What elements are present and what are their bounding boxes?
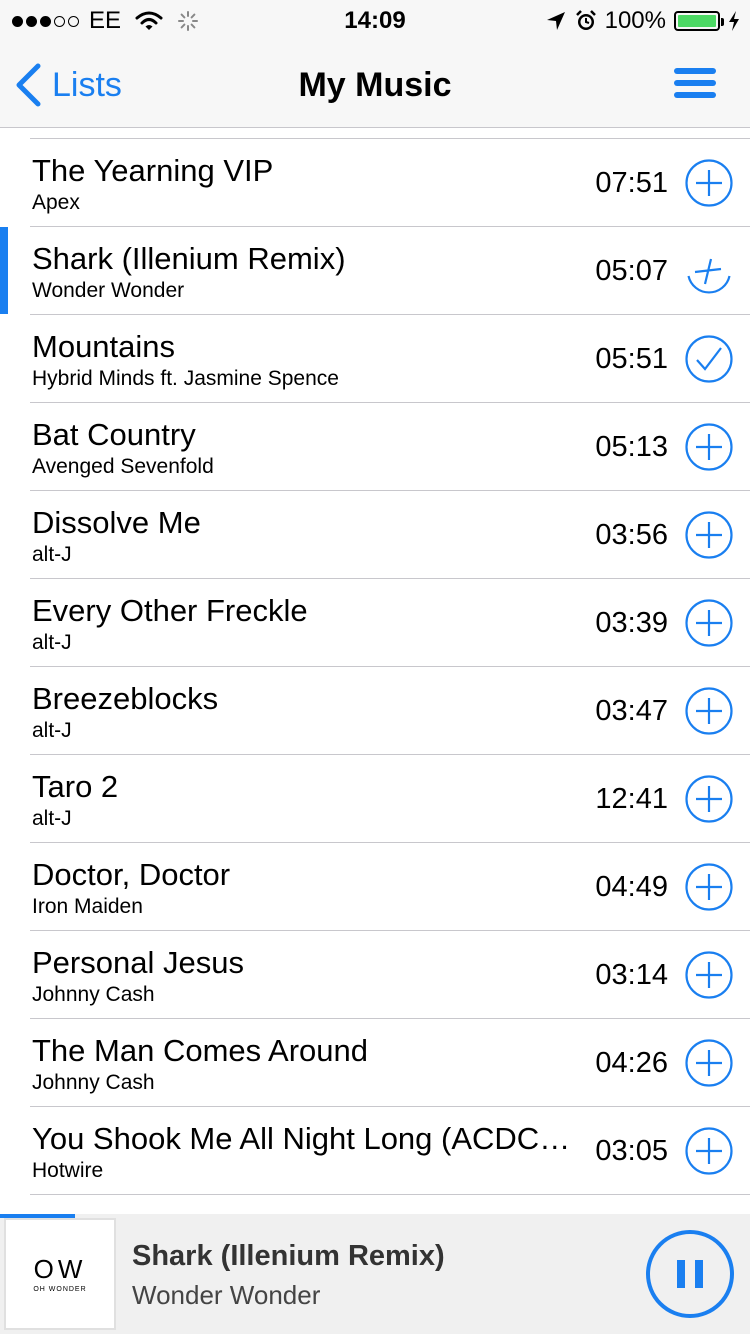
song-title: Mountains bbox=[32, 329, 176, 364]
song-row[interactable]: You Shook Me All Night Long (ACDC Cover)… bbox=[0, 1107, 750, 1195]
battery-fill bbox=[678, 15, 716, 27]
song-artist: alt-J bbox=[32, 807, 72, 830]
add-button[interactable] bbox=[685, 863, 733, 911]
album-art[interactable]: OW OH WONDER bbox=[4, 1218, 116, 1330]
song-duration: 03:39 bbox=[595, 607, 668, 639]
adding-progress-icon bbox=[687, 258, 731, 294]
add-circle-icon bbox=[685, 511, 733, 559]
song-row[interactable]: Doctor, Doctor Iron Maiden 04:49 bbox=[0, 843, 750, 931]
song-duration: 03:05 bbox=[595, 1135, 668, 1167]
song-duration: 05:13 bbox=[595, 431, 668, 463]
add-button[interactable] bbox=[685, 1039, 733, 1087]
now-playing-bar[interactable]: OW OH WONDER Shark (Illenium Remix) Wond… bbox=[0, 1214, 750, 1334]
song-artist: Hotwire bbox=[32, 1159, 104, 1182]
song-artist: Wonder Wonder bbox=[32, 279, 185, 302]
song-row-partial bbox=[0, 1195, 750, 1214]
song-title: Personal Jesus bbox=[32, 945, 244, 980]
song-row[interactable]: Personal Jesus Johnny Cash 03:14 bbox=[0, 931, 750, 1019]
song-artist: alt-J bbox=[32, 543, 72, 566]
song-title: The Yearning VIP bbox=[32, 153, 274, 188]
song-row[interactable]: Taro 2 alt-J 12:41 bbox=[0, 755, 750, 843]
song-title: Bat Country bbox=[32, 417, 196, 452]
song-list[interactable]: The Yearning VIP Apex 07:51 Shark (Illenium… bbox=[0, 129, 750, 1214]
alarm-clock-icon bbox=[575, 10, 596, 30]
song-row[interactable]: The Man Comes Around Johnny Cash 04:26 bbox=[0, 1019, 750, 1107]
now-playing-indicator bbox=[0, 227, 8, 314]
song-artist: alt-J bbox=[32, 719, 72, 742]
song-title: You Shook Me All Night Long (ACDC Cover) bbox=[32, 1121, 572, 1156]
song-duration: 03:56 bbox=[595, 519, 668, 551]
song-title: Shark (Illenium Remix) bbox=[32, 241, 346, 276]
add-circle-icon bbox=[685, 687, 733, 735]
add-button[interactable] bbox=[685, 511, 733, 559]
battery-percentage: 100% bbox=[604, 7, 666, 34]
song-artist: Iron Maiden bbox=[32, 895, 143, 918]
pause-icon bbox=[646, 1230, 734, 1318]
battery-icon bbox=[674, 11, 724, 31]
add-button[interactable] bbox=[685, 1127, 733, 1175]
add-button[interactable] bbox=[685, 247, 733, 295]
album-art-logo: OW bbox=[33, 1253, 87, 1284]
checkmark-circle-icon bbox=[685, 335, 733, 383]
add-button[interactable] bbox=[685, 687, 733, 735]
add-circle-icon bbox=[685, 1127, 733, 1175]
song-row[interactable]: Breezeblocks alt-J 03:47 bbox=[0, 667, 750, 755]
song-row[interactable]: The Yearning VIP Apex 07:51 bbox=[0, 139, 750, 227]
added-button[interactable] bbox=[685, 335, 733, 383]
song-artist: Johnny Cash bbox=[32, 1071, 155, 1094]
album-art-subtitle: OH WONDER bbox=[33, 1285, 87, 1293]
add-circle-icon bbox=[685, 775, 733, 823]
song-row[interactable]: Mountains Hybrid Minds ft. Jasmine Spence… bbox=[0, 315, 750, 403]
song-title: Taro 2 bbox=[32, 769, 119, 804]
page-title: My Music bbox=[298, 66, 452, 104]
song-title: Breezeblocks bbox=[32, 681, 219, 716]
song-duration: 03:47 bbox=[595, 695, 668, 727]
song-artist: Apex bbox=[32, 191, 80, 214]
song-artist: Hybrid Minds ft. Jasmine Spence bbox=[32, 367, 339, 390]
song-duration: 04:49 bbox=[595, 871, 668, 903]
charging-bolt-icon bbox=[729, 11, 739, 31]
now-playing-title: Shark (Illenium Remix) bbox=[132, 1240, 445, 1272]
add-button[interactable] bbox=[685, 599, 733, 647]
add-circle-icon bbox=[685, 1039, 733, 1087]
location-arrow-icon bbox=[546, 12, 565, 30]
song-title: The Man Comes Around bbox=[32, 1033, 369, 1068]
pause-button[interactable] bbox=[644, 1228, 736, 1320]
add-circle-icon bbox=[685, 863, 733, 911]
song-title: Every Other Freckle bbox=[32, 593, 308, 628]
song-duration: 04:26 bbox=[595, 1047, 668, 1079]
now-playing-artist: Wonder Wonder bbox=[132, 1280, 321, 1310]
hamburger-menu-icon[interactable] bbox=[674, 68, 716, 98]
song-title: Dissolve Me bbox=[32, 505, 201, 540]
song-row[interactable]: Bat Country Avenged Sevenfold 05:13 bbox=[0, 403, 750, 491]
song-duration: 07:51 bbox=[595, 167, 668, 199]
add-button[interactable] bbox=[685, 159, 733, 207]
song-duration: 12:41 bbox=[595, 783, 668, 815]
navigation-bar: Lists My Music bbox=[0, 40, 750, 128]
add-button[interactable] bbox=[685, 775, 733, 823]
add-circle-icon bbox=[685, 599, 733, 647]
song-title: Doctor, Doctor bbox=[32, 857, 231, 892]
add-button[interactable] bbox=[685, 423, 733, 471]
status-right: 100% bbox=[545, 7, 740, 35]
song-duration: 05:51 bbox=[595, 343, 668, 375]
song-artist: Johnny Cash bbox=[32, 983, 155, 1006]
song-duration: 03:14 bbox=[595, 959, 668, 991]
song-artist: Avenged Sevenfold bbox=[32, 455, 214, 478]
add-circle-icon bbox=[685, 159, 733, 207]
song-row[interactable]: Dissolve Me alt-J 03:56 bbox=[0, 491, 750, 579]
add-circle-icon bbox=[685, 951, 733, 999]
status-bar: EE 14:09 100% bbox=[0, 0, 750, 40]
song-duration: 05:07 bbox=[595, 255, 668, 287]
add-button[interactable] bbox=[685, 951, 733, 999]
song-row[interactable]: Shark (Illenium Remix) Wonder Wonder 05:07 bbox=[0, 227, 750, 315]
song-artist: alt-J bbox=[32, 631, 72, 654]
song-row[interactable]: Every Other Freckle alt-J 03:39 bbox=[0, 579, 750, 667]
add-circle-icon bbox=[685, 423, 733, 471]
